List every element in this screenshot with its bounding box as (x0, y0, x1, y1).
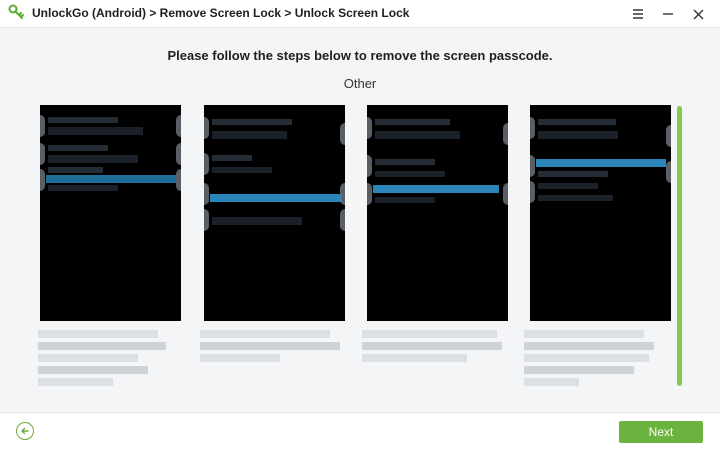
back-button[interactable] (16, 422, 34, 440)
arrow-left-circle-icon (21, 427, 29, 435)
vertical-scrollbar[interactable] (677, 106, 682, 386)
hamburger-menu-icon[interactable] (628, 4, 648, 24)
step-4-screenshot (530, 105, 671, 321)
unlockgo-logo-icon (8, 4, 24, 19)
next-button[interactable]: Next (619, 421, 703, 443)
step-3-screenshot (367, 105, 508, 321)
footer-bar: Next (0, 412, 720, 450)
title-bar: UnlockGo (Android) > Remove Screen Lock … (0, 0, 720, 28)
minimize-icon[interactable] (658, 4, 678, 24)
step-1-screenshot (40, 105, 181, 321)
phone-brand-label: Other (343, 76, 377, 91)
close-icon[interactable] (688, 4, 708, 24)
step-2-screenshot (204, 105, 345, 321)
instruction-text: Please follow the steps below to remove … (167, 48, 553, 63)
breadcrumb: UnlockGo (Android) > Remove Screen Lock … (32, 6, 410, 20)
